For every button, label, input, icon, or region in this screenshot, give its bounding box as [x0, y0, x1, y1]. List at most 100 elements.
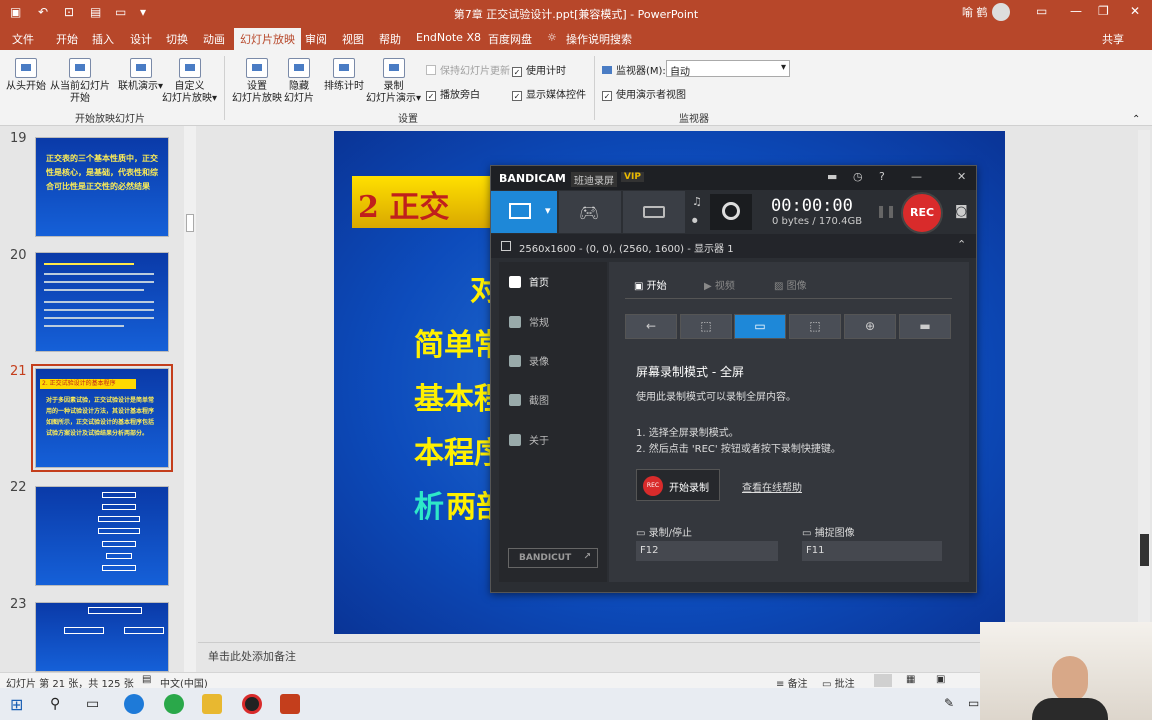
setup-slideshow-button[interactable]: 设置 幻灯片放映 — [232, 58, 282, 105]
rehearse-timings-button[interactable]: 排练计时 — [324, 58, 364, 93]
tab-image[interactable]: ▨ 图像 — [774, 277, 807, 292]
stopwatch-icon — [333, 58, 355, 78]
bandicam-taskbar-icon[interactable] — [242, 694, 262, 714]
use-timings-checkbox[interactable]: ✓ 使用计时 — [512, 62, 566, 77]
edge-icon[interactable] — [124, 694, 144, 714]
slide-sorter-icon[interactable]: ▦ — [906, 674, 915, 685]
fullscreen-mode-button[interactable]: ▾ — [491, 191, 557, 233]
nav-video[interactable]: 录像 — [509, 353, 549, 368]
scrollbar-thumb[interactable] — [186, 214, 194, 232]
search-icon[interactable]: ⚲ — [50, 696, 60, 712]
help-icon[interactable]: ? — [879, 170, 885, 183]
start-recording-button[interactable]: REC 开始录制 — [636, 469, 720, 501]
slide-thumbnail-selected[interactable]: 2. 正交试验设计的基本程序 对于多因素试验，正交试验设计是简单常用的一种试验设… — [31, 364, 173, 472]
wechat-icon[interactable] — [164, 694, 184, 714]
back-button[interactable]: ← — [625, 314, 677, 339]
camera-icon[interactable]: ◙ — [955, 204, 968, 219]
tab-slideshow[interactable]: 幻灯片放映 — [234, 28, 301, 50]
normal-view-icon[interactable] — [874, 674, 892, 687]
share-button[interactable]: 共享 — [1102, 31, 1124, 47]
hotkey-field-record[interactable]: F12 — [636, 541, 778, 561]
collapse-ribbon-icon[interactable]: ⌃ — [1132, 114, 1140, 125]
spellcheck-icon[interactable]: ▤ — [142, 674, 151, 685]
slide-thumbnail[interactable] — [35, 486, 169, 586]
microphone-icon[interactable]: ⏺ — [692, 214, 698, 228]
thumbnail-scrollbar[interactable] — [184, 126, 196, 672]
scrollbar-thumb[interactable] — [1140, 534, 1149, 566]
tab-endnote[interactable]: EndNote X8 — [416, 31, 481, 44]
tab-video[interactable]: ▶ 视频 — [704, 277, 735, 292]
network-icon[interactable]: ▭ — [968, 696, 979, 710]
tab-help[interactable]: 帮助 — [379, 31, 401, 47]
reading-view-icon[interactable]: ▣ — [936, 674, 945, 685]
windows-start-icon[interactable]: ⊞ — [10, 695, 23, 714]
thumb-line — [44, 325, 124, 327]
nav-screenshot[interactable]: 截图 — [509, 392, 549, 407]
mode-title: 屏幕录制模式 - 全屏 — [636, 365, 744, 379]
region-mode-button[interactable]: ⬚ — [680, 314, 732, 339]
tab-view[interactable]: 视图 — [342, 31, 364, 47]
nav-about[interactable]: 关于 — [509, 432, 549, 447]
custom-show-button[interactable]: 自定义 幻灯片放映▾ — [162, 58, 217, 105]
game-mode-button[interactable]: 🎮︎ — [559, 191, 621, 233]
resolution-text: 2560x1600 - (0, 0), (2560, 1600) - 显示器 1 — [519, 244, 734, 255]
user-name[interactable]: 喻 鹤 — [962, 4, 988, 20]
powerpoint-taskbar-icon[interactable] — [280, 694, 300, 714]
presenter-view-checkbox[interactable]: ✓ 使用演示者视图 — [602, 86, 686, 101]
tab-animations[interactable]: 动画 — [203, 31, 225, 47]
rec-button[interactable]: REC — [901, 192, 943, 234]
minimize-icon[interactable]: — — [1070, 4, 1082, 18]
chevron-down-icon[interactable]: ▾ — [545, 204, 551, 217]
tab-design[interactable]: 设计 — [130, 31, 152, 47]
bandicut-button[interactable]: BANDICUT ↗ — [508, 548, 598, 568]
divider — [594, 56, 595, 120]
tab-home[interactable]: 开始 — [56, 31, 78, 47]
game-mode-tab[interactable]: ⊕ — [844, 314, 896, 339]
tab-insert[interactable]: 插入 — [92, 31, 114, 47]
close-icon[interactable]: ✕ — [1130, 4, 1140, 18]
device-mode-tab[interactable]: ▬ — [899, 314, 951, 339]
online-present-button[interactable]: 联机演示▾ — [118, 58, 163, 93]
online-help-link[interactable]: 查看在线帮助 — [742, 479, 802, 494]
editor-scrollbar[interactable] — [1138, 130, 1150, 640]
nav-home[interactable]: 首页 — [509, 274, 549, 289]
task-view-icon[interactable]: ▭ — [86, 696, 99, 712]
slide-thumbnail[interactable]: 正交表的三个基本性质中，正交性是核心，是基础，代表性和综合可比性是正交性的必然结… — [35, 137, 169, 237]
avatar[interactable] — [992, 3, 1010, 21]
online-present-icon — [129, 58, 152, 78]
nav-general[interactable]: 常规 — [509, 314, 549, 329]
hide-slide-button[interactable]: 隐藏 幻灯片 — [284, 58, 314, 105]
minimize-icon[interactable]: — — [911, 170, 922, 183]
monitor-select[interactable]: 自动 ▾ — [666, 60, 790, 78]
close-icon[interactable]: ✕ — [957, 170, 966, 183]
pause-icon[interactable]: ❚❚ — [876, 204, 896, 218]
clock-icon[interactable]: ◷ — [853, 170, 863, 183]
fullscreen-mode-tab[interactable]: ▭ — [734, 314, 786, 339]
file-explorer-icon[interactable] — [202, 694, 222, 714]
thumb-line — [44, 273, 154, 275]
slide-thumbnail[interactable] — [35, 252, 169, 352]
from-current-button[interactable]: 从当前幻灯片 开始 — [50, 58, 110, 105]
speaker-icon[interactable]: ♫ — [692, 195, 702, 208]
pen-icon[interactable]: ✎ — [944, 696, 954, 710]
slide-thumbnail[interactable] — [35, 602, 169, 672]
show-media-controls-checkbox[interactable]: ✓ 显示媒体控件 — [512, 86, 586, 101]
hdmi-mode-button[interactable] — [623, 191, 685, 233]
record-slideshow-button[interactable]: 录制 幻灯片演示▾ — [366, 58, 421, 105]
restore-icon[interactable]: ❐ — [1098, 4, 1109, 18]
play-narrations-checkbox[interactable]: ✓ 播放旁白 — [426, 86, 480, 101]
tab-baidu[interactable]: 百度网盘 — [488, 31, 532, 47]
webcam-button[interactable] — [710, 194, 752, 230]
chevron-up-icon[interactable]: ⌃ — [957, 238, 966, 251]
tab-transitions[interactable]: 切换 — [166, 31, 188, 47]
from-beginning-button[interactable]: 从头开始 — [6, 58, 46, 93]
folder-icon[interactable]: ▬ — [827, 170, 837, 183]
tab-file[interactable]: 文件 — [12, 31, 34, 47]
ribbon-options-icon[interactable]: ▭ — [1036, 4, 1047, 18]
tab-review[interactable]: 审阅 — [305, 31, 327, 47]
tell-me-search[interactable]: 操作说明搜索 — [566, 31, 632, 47]
around-mouse-mode-button[interactable]: ⬚ — [789, 314, 841, 339]
hotkey-field-capture[interactable]: F11 — [802, 541, 942, 561]
keyboard-icon: ▭ — [802, 528, 812, 539]
tab-start[interactable]: ▣ 开始 — [634, 277, 667, 292]
